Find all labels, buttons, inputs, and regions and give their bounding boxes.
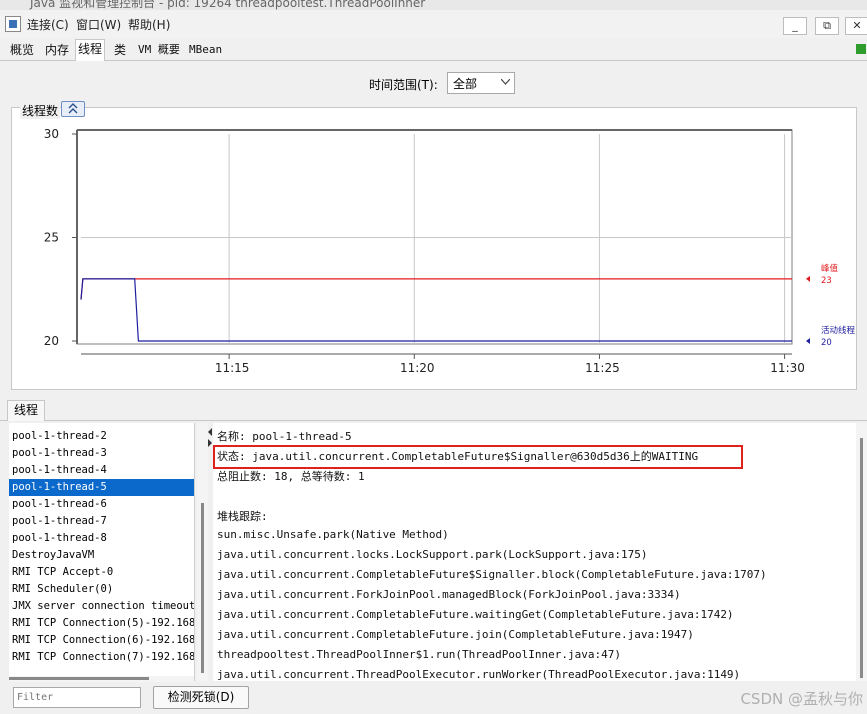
thread-list-item[interactable]: RMI TCP Accept-0: [9, 564, 194, 581]
legend-label: 活动线程: [821, 325, 856, 336]
stack-frame: java.util.concurrent.ForkJoinPool.manage…: [217, 588, 681, 601]
filter-input[interactable]: [14, 688, 142, 707]
thread-list-item[interactable]: RMI Scheduler(0): [9, 581, 194, 598]
thread-info-line: 总阻止数: 18, 总等待数: 1: [217, 470, 365, 483]
menu-help[interactable]: 帮助(H): [128, 16, 170, 33]
thread-list-item[interactable]: pool-1-thread-2: [9, 428, 194, 445]
stack-frame: threadpooltest.ThreadPoolInner$1.run(Thr…: [217, 648, 621, 661]
thread-count-panel: 30 25 20 11:15 11:20 11:25 11:30 峰值 23 活动线程 20: [11, 107, 857, 390]
series-marker: [806, 275, 810, 282]
menu-connection[interactable]: 连接(C): [27, 16, 69, 33]
stack-frame: java.util.concurrent.CompletableFuture.w…: [217, 608, 734, 621]
thread-list-item[interactable]: pool-1-thread-6: [9, 496, 194, 513]
stack-frame: java.util.concurrent.ThreadPoolExecutor.…: [217, 668, 741, 681]
time-range-label: 时间范围(T):: [369, 78, 438, 92]
chart-section-title: 线程数: [20, 102, 61, 119]
tab-overview[interactable]: 概览: [8, 41, 36, 59]
thread-count-chart: 30 25 20 11:15 11:20 11:25 11:30 峰值 23 活动线程 20: [44, 127, 856, 375]
window-title: Java 监视和管理控制台 - pid: 19264 threadpooltes…: [30, 0, 426, 10]
collapse-chart-button[interactable]: [61, 101, 85, 117]
tab-mbean[interactable]: MBean: [187, 41, 224, 59]
series-marker: [806, 338, 810, 344]
chevron-down-icon: [501, 79, 510, 85]
thread-list-item[interactable]: RMI TCP Connection(5)-192.168.: [9, 615, 194, 632]
thread-list-item[interactable]: pool-1-thread-7: [9, 513, 194, 530]
menu-bar: 连接(C) 窗口(W) 帮助(H) _ ⧉ ✕: [0, 10, 867, 39]
thread-list-item[interactable]: DestroyJavaVM: [9, 547, 194, 564]
thread-list-item[interactable]: RMI TCP Connection(6)-192.168.: [9, 632, 194, 649]
minimize-button[interactable]: _: [783, 17, 807, 35]
close-button[interactable]: ✕: [845, 17, 867, 35]
thread-list-hscrollbar[interactable]: [9, 676, 194, 682]
stack-trace-heading: 堆栈跟踪:: [217, 510, 268, 523]
thread-list-scrollbar[interactable]: [197, 423, 208, 681]
stack-frame: sun.misc.Unsafe.park(Native Method): [217, 528, 449, 541]
thread-list-item[interactable]: JMX server connection timeout: [9, 598, 194, 615]
y-tick-label: 30: [44, 127, 59, 141]
detail-scrollbar[interactable]: [856, 423, 867, 681]
detect-deadlock-button[interactable]: 检测死锁(D): [153, 686, 249, 709]
stack-frame: java.util.concurrent.locks.LockSupport.p…: [217, 548, 648, 561]
x-tick-label: 11:20: [400, 361, 435, 375]
threads-section-tab[interactable]: 线程: [7, 400, 45, 421]
x-tick-label: 11:25: [585, 361, 620, 375]
menu-window[interactable]: 窗口(W): [76, 16, 121, 33]
java-app-icon: [5, 16, 21, 32]
thread-list-item[interactable]: pool-1-thread-4: [9, 462, 194, 479]
window-titlebar: Java 监视和管理控制台 - pid: 19264 threadpooltes…: [0, 0, 867, 10]
connection-status-icon: [856, 44, 866, 54]
legend-value: 23: [821, 276, 832, 286]
stack-frame: java.util.concurrent.CompletableFuture$S…: [217, 568, 767, 581]
tab-classes[interactable]: 类: [112, 41, 128, 59]
restore-button[interactable]: ⧉: [815, 17, 839, 35]
tab-threads[interactable]: 线程: [75, 39, 106, 61]
thread-list-item[interactable]: pool-1-thread-8: [9, 530, 194, 547]
stack-frame: java.util.concurrent.CompletableFuture.j…: [217, 628, 694, 641]
filter-field[interactable]: [13, 687, 142, 708]
y-tick-label: 20: [44, 334, 59, 348]
time-range-value: 全部: [453, 77, 478, 91]
thread-info-line: 名称: pool-1-thread-5: [217, 430, 352, 443]
thread-list[interactable]: pool-1-thread-2 pool-1-thread-3 pool-1-thr…: [9, 423, 195, 681]
thread-list-item[interactable]: RMI TCP Connection(7)-192.168.: [9, 649, 194, 666]
tab-vm-summary[interactable]: VM 概要: [136, 41, 182, 59]
double-chevron-up-icon: [68, 103, 78, 114]
x-tick-label: 11:15: [215, 361, 250, 375]
x-tick-label: 11:30: [770, 361, 805, 375]
thread-list-item[interactable]: pool-1-thread-3: [9, 445, 194, 462]
legend-label: 峰值: [821, 263, 839, 274]
thread-list-item[interactable]: pool-1-thread-5: [9, 479, 194, 496]
time-range-select[interactable]: 全部: [447, 72, 515, 94]
y-tick-label: 25: [44, 231, 59, 245]
csdn-watermark: CSDN @孟秋与你: [740, 690, 863, 708]
main-tabs: 概览 内存 线程 类 VM 概要 MBean: [0, 38, 867, 61]
state-highlight-box: [213, 445, 743, 469]
legend-value: 20: [821, 338, 832, 348]
tab-memory[interactable]: 内存: [43, 41, 71, 59]
